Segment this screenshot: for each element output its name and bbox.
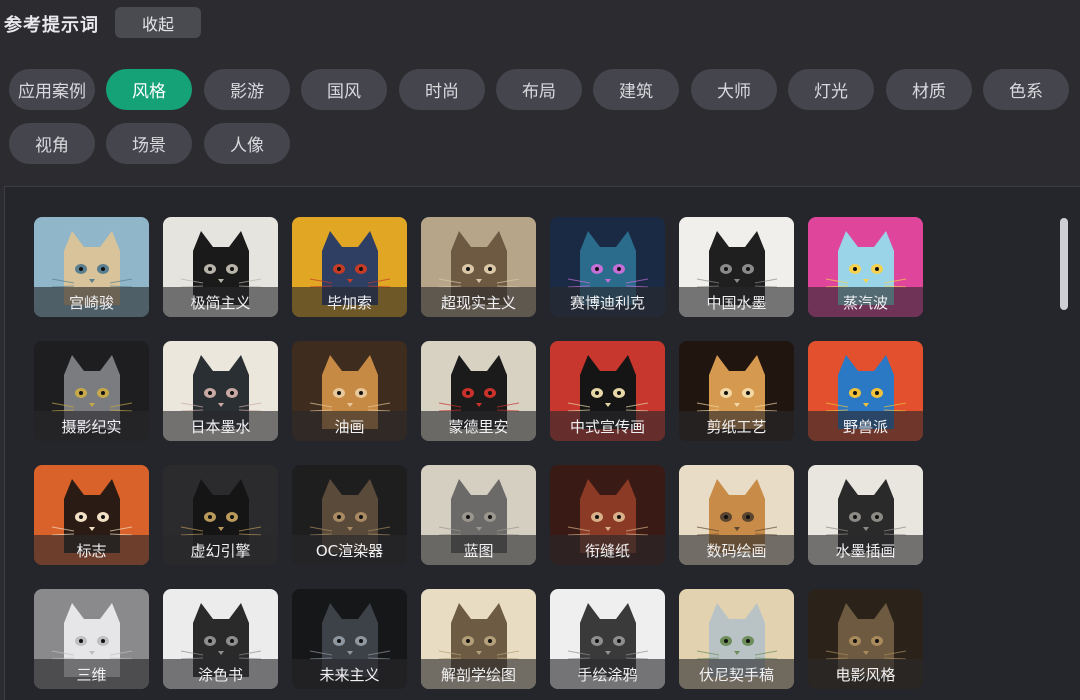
tab-10[interactable]: 色系 [983,69,1069,110]
style-tile[interactable]: OC渲染器 [292,465,407,565]
tab-0[interactable]: 应用案例 [9,69,95,110]
style-tile-label: 数码绘画 [679,535,794,565]
style-tile[interactable]: 中国水墨 [679,217,794,317]
tab-8[interactable]: 灯光 [788,69,874,110]
style-tile[interactable]: 数码绘画 [679,465,794,565]
style-tile-label: 摄影纪实 [34,411,149,441]
tab-3[interactable]: 国风 [301,69,387,110]
tab-9[interactable]: 材质 [886,69,972,110]
style-tile-label: 蓝图 [421,535,536,565]
style-grid-panel: 宫崎骏 极简主义 毕加索 超现实主义 赛博迪利克 中国水墨 蒸汽波摄影纪实 日本墨水 油画 蒙德里… [4,186,1080,700]
style-tile[interactable]: 三维 [34,589,149,689]
style-tile[interactable]: 油画 [292,341,407,441]
tab-2[interactable]: 影游 [204,69,290,110]
style-tile-label: 虚幻引擎 [163,535,278,565]
style-tile[interactable]: 赛博迪利克 [550,217,665,317]
tab-5[interactable]: 布局 [496,69,582,110]
style-tile[interactable]: 解剖学绘图 [421,589,536,689]
style-tile[interactable]: 中式宣传画 [550,341,665,441]
style-tile[interactable]: 标志 [34,465,149,565]
style-tile-label: 三维 [34,659,149,689]
style-tile-label: 蒙德里安 [421,411,536,441]
tab-7[interactable]: 大师 [691,69,777,110]
style-tile[interactable]: 电影风格 [808,589,923,689]
style-tile-label: 中式宣传画 [550,411,665,441]
style-tile[interactable]: 超现实主义 [421,217,536,317]
style-tile-label: 手绘涂鸦 [550,659,665,689]
style-tile[interactable]: 伏尼契手稿 [679,589,794,689]
style-tile[interactable]: 剪纸工艺 [679,341,794,441]
style-tile-label: 油画 [292,411,407,441]
style-tile[interactable]: 毕加索 [292,217,407,317]
tab-11[interactable]: 视角 [9,123,95,164]
tab-6[interactable]: 建筑 [593,69,679,110]
style-tile-label: 超现实主义 [421,287,536,317]
style-tile-label: 赛博迪利克 [550,287,665,317]
style-tile[interactable]: 衔缝纸 [550,465,665,565]
scrollbar[interactable] [1060,218,1068,310]
style-tile-label: 野兽派 [808,411,923,441]
style-tile-label: 蒸汽波 [808,287,923,317]
style-tile-label: 极简主义 [163,287,278,317]
style-tile-label: OC渲染器 [292,535,407,565]
style-tile-label: 标志 [34,535,149,565]
page-title: 参考提示词 [4,15,99,36]
style-tile-label: 宫崎骏 [34,287,149,317]
style-tile-label: 日本墨水 [163,411,278,441]
style-tile[interactable]: 蓝图 [421,465,536,565]
tab-13[interactable]: 人像 [204,123,290,164]
style-tile-label: 电影风格 [808,659,923,689]
style-tile[interactable]: 日本墨水 [163,341,278,441]
collapse-button[interactable]: 收起 [115,7,201,38]
style-tile-label: 未来主义 [292,659,407,689]
style-tile[interactable]: 涂色书 [163,589,278,689]
style-tile[interactable]: 极简主义 [163,217,278,317]
style-tile[interactable]: 未来主义 [292,589,407,689]
style-tile[interactable]: 手绘涂鸦 [550,589,665,689]
style-tile-label: 涂色书 [163,659,278,689]
style-tile[interactable]: 虚幻引擎 [163,465,278,565]
tab-4[interactable]: 时尚 [399,69,485,110]
style-tile[interactable]: 摄影纪实 [34,341,149,441]
style-tile-label: 剪纸工艺 [679,411,794,441]
style-tile[interactable]: 蒙德里安 [421,341,536,441]
style-tile-label: 衔缝纸 [550,535,665,565]
tab-1[interactable]: 风格 [106,69,192,110]
style-tile-label: 伏尼契手稿 [679,659,794,689]
style-tile-label: 中国水墨 [679,287,794,317]
style-tile-label: 水墨插画 [808,535,923,565]
style-tile-label: 解剖学绘图 [421,659,536,689]
style-tile[interactable]: 蒸汽波 [808,217,923,317]
style-tile[interactable]: 宫崎骏 [34,217,149,317]
style-tile[interactable]: 野兽派 [808,341,923,441]
style-tile-label: 毕加索 [292,287,407,317]
header: 参考提示词 收起 [0,0,1080,50]
style-tile[interactable]: 水墨插画 [808,465,923,565]
tab-12[interactable]: 场景 [106,123,192,164]
